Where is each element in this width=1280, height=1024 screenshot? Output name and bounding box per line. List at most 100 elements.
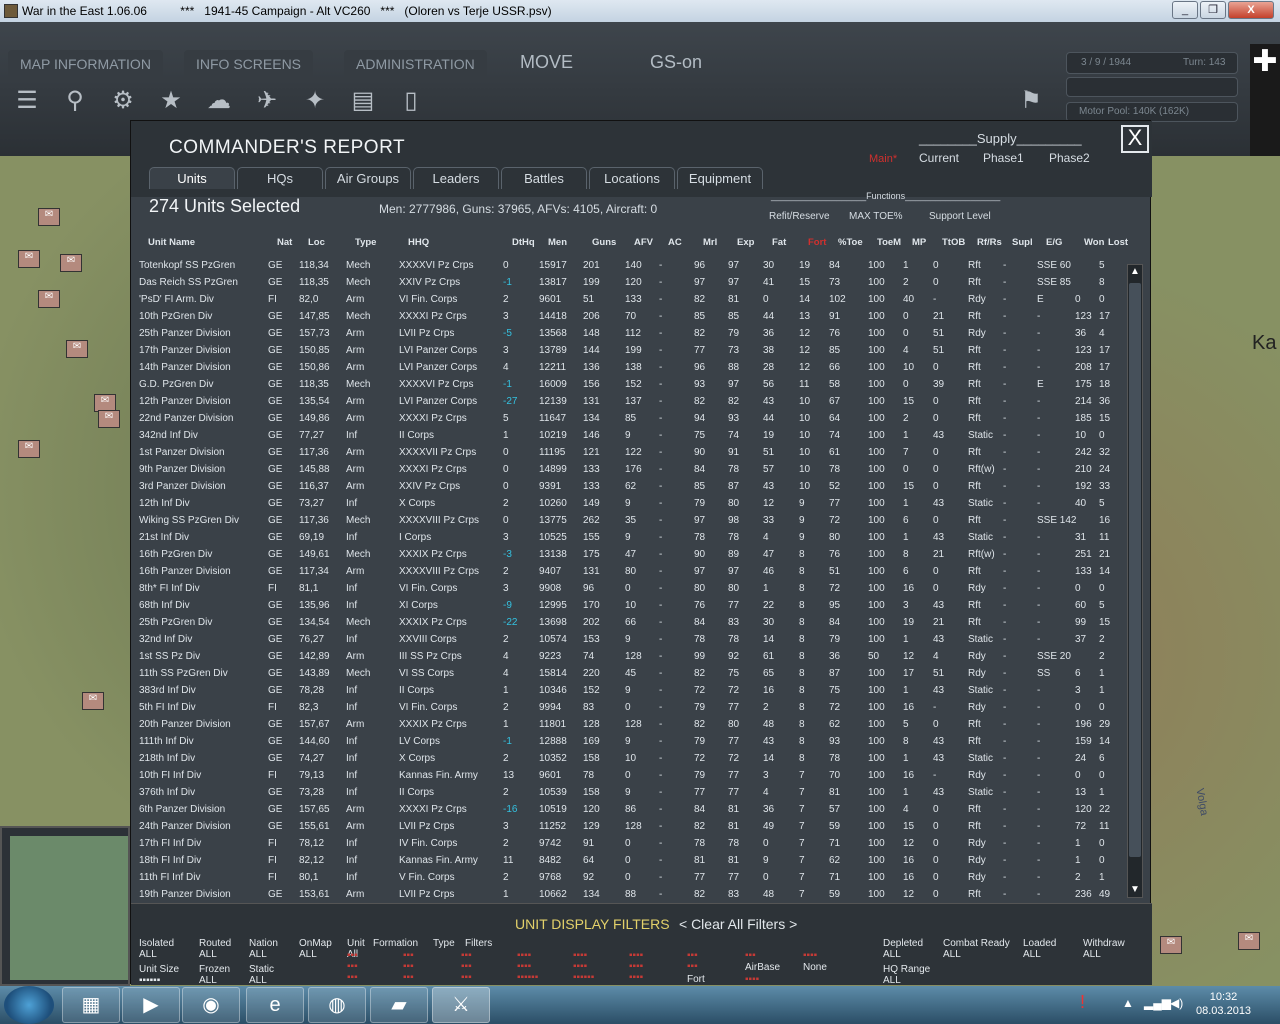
column-header-mrl[interactable]: Mrl bbox=[703, 237, 717, 248]
filter-onmap[interactable]: OnMap ALL bbox=[299, 938, 332, 960]
filter-withdraw[interactable]: Withdraw ALL bbox=[1083, 938, 1125, 960]
column-header-nat[interactable]: Nat bbox=[277, 237, 292, 248]
cell-unit-name[interactable]: 14th Panzer Division bbox=[139, 362, 231, 373]
rail-icon[interactable]: ▤ bbox=[346, 84, 380, 118]
cell-unit-name[interactable]: 17th FI Inf Div bbox=[139, 838, 201, 849]
cell-unit-name[interactable]: 1st Panzer Division bbox=[139, 447, 225, 458]
column-header-ttob[interactable]: TtOB bbox=[942, 237, 965, 248]
tab-equipment[interactable]: Equipment bbox=[677, 167, 763, 189]
cell-unit-name[interactable]: 16th Panzer Division bbox=[139, 566, 231, 577]
table-row[interactable]: 5th FI Inf Div FI 82,3 Inf VI Fin. Corps 2 999… bbox=[131, 699, 1127, 716]
table-row[interactable]: 12th Panzer Division GE 135,54 Arm LVI Panze… bbox=[131, 393, 1127, 410]
tab-leaders[interactable]: Leaders bbox=[413, 167, 499, 189]
alert-tray-icon[interactable]: ! bbox=[1080, 992, 1085, 1013]
table-row[interactable]: 68th Inf Div GE 135,96 Inf XI Corps -9 12995 17… bbox=[131, 597, 1127, 614]
cell-unit-name[interactable]: 8th* FI Inf Div bbox=[139, 583, 200, 594]
hp-taskbar-icon[interactable]: ◉ bbox=[182, 987, 240, 1023]
cell-unit-name[interactable]: 12th Panzer Division bbox=[139, 396, 231, 407]
support-level-button[interactable]: Support Level bbox=[929, 211, 991, 222]
filter-unit-size[interactable]: Unit Size ▪▪▪▪▪▪ bbox=[139, 964, 179, 986]
table-row[interactable]: 22nd Panzer Division GE 149,86 Arm XXXXI Pz … bbox=[131, 410, 1127, 427]
cell-unit-name[interactable]: Das Reich SS PzGren bbox=[139, 277, 238, 288]
internet-explorer-taskbar-icon[interactable]: e bbox=[246, 987, 304, 1023]
table-row[interactable]: 1st Panzer Division GE 117,36 Arm XXXXVII Pz… bbox=[131, 444, 1127, 461]
table-row[interactable]: Totenkopf SS PzGren GE 118,34 Mech XXXXVI Pz… bbox=[131, 257, 1127, 274]
start-button[interactable] bbox=[4, 986, 54, 1024]
filter-formation[interactable]: Formation bbox=[373, 938, 418, 949]
column-header-toe-pct[interactable]: %Toe bbox=[838, 237, 863, 248]
unit-counter[interactable]: ✉ bbox=[38, 208, 60, 226]
unit-counter[interactable]: ✉ bbox=[98, 410, 120, 428]
unit-counter[interactable]: ✉ bbox=[38, 290, 60, 308]
column-header-e-g[interactable]: E/G bbox=[1046, 237, 1062, 248]
cell-unit-name[interactable]: 22nd Panzer Division bbox=[139, 413, 234, 424]
table-row[interactable]: 25th PzGren Div GE 134,54 Mech XXXIX Pz Crps… bbox=[131, 614, 1127, 631]
filter-fort[interactable]: Fort bbox=[687, 974, 705, 985]
cell-unit-name[interactable]: 10th PzGren Div bbox=[139, 311, 212, 322]
clear-all-filters-button[interactable]: < Clear All Filters > bbox=[679, 916, 797, 932]
table-row[interactable]: 16th Panzer Division GE 117,34 Arm XXXXVIII … bbox=[131, 563, 1127, 580]
cell-unit-name[interactable]: 16th PzGren Div bbox=[139, 549, 212, 560]
sticky-notes-taskbar-icon[interactable]: ▰ bbox=[370, 987, 428, 1023]
unit-counter[interactable]: ✉ bbox=[82, 692, 104, 710]
table-row[interactable]: 10th FI Inf Div FI 79,13 Inf Kannas Fin. Arm… bbox=[131, 767, 1127, 784]
tab-hqs[interactable]: HQs bbox=[237, 167, 323, 189]
filter-frozen[interactable]: Frozen ALL bbox=[199, 964, 230, 986]
filter-option-group-1[interactable]: ▪▪▪▪ ▪▪▪▪ ▪▪▪▪▪▪ bbox=[517, 950, 538, 983]
air-icon[interactable]: ✈ bbox=[250, 84, 284, 118]
cell-unit-name[interactable]: 11th FI Inf Div bbox=[139, 872, 201, 883]
column-header-mp[interactable]: MP bbox=[912, 237, 926, 248]
cell-unit-name[interactable]: 376th Inf Div bbox=[139, 787, 195, 798]
tab-units[interactable]: Units bbox=[149, 167, 235, 189]
column-header-loc[interactable]: Loc bbox=[308, 237, 325, 248]
menu-administration[interactable]: ADMINISTRATION bbox=[344, 50, 487, 78]
tab-locations[interactable]: Locations bbox=[589, 167, 675, 189]
filter-hq-range[interactable]: HQ Range ALL bbox=[883, 964, 930, 986]
column-header-lost[interactable]: Lost bbox=[1108, 237, 1128, 248]
cell-unit-name[interactable]: 18th FI Inf Div bbox=[139, 855, 201, 866]
column-header-rf-rs[interactable]: Rf/Rs bbox=[977, 237, 1002, 248]
table-row[interactable]: 21st Inf Div GE 69,19 Inf I Corps 3 10525 155 9 -… bbox=[131, 529, 1127, 546]
unit-counter[interactable]: ✉ bbox=[66, 340, 88, 358]
column-header-fat[interactable]: Fat bbox=[772, 237, 786, 248]
filter-option-group-3[interactable]: ▪▪▪▪ ▪▪▪▪ ▪▪▪▪ bbox=[629, 950, 643, 983]
table-row[interactable]: 10th PzGren Div GE 147,85 Mech XXXXI Pz Crps… bbox=[131, 308, 1127, 325]
filter-loaded[interactable]: Loaded ALL bbox=[1023, 938, 1056, 960]
network-tray-icon[interactable]: ▂▄▆ bbox=[1144, 996, 1171, 1010]
gs-toggle[interactable]: GS-on bbox=[650, 52, 702, 73]
cell-unit-name[interactable]: 383rd Inf Div bbox=[139, 685, 196, 696]
cell-unit-name[interactable]: 218th Inf Div bbox=[139, 753, 195, 764]
filter-routed[interactable]: Routed ALL bbox=[199, 938, 231, 960]
scroll-up-icon[interactable]: ▲ bbox=[1128, 265, 1142, 279]
menu-info-screens[interactable]: INFO SCREENS bbox=[184, 50, 314, 78]
unit-counter[interactable]: ✉ bbox=[1238, 932, 1260, 950]
column-header-ac[interactable]: AC bbox=[668, 237, 682, 248]
game-taskbar-icon[interactable]: ⚔ bbox=[432, 987, 490, 1023]
table-row[interactable]: 218th Inf Div GE 74,27 Inf X Corps 2 10352 158 1… bbox=[131, 750, 1127, 767]
report-close-button[interactable]: X bbox=[1121, 125, 1149, 153]
cell-unit-name[interactable]: 6th Panzer Division bbox=[139, 804, 225, 815]
table-row[interactable]: 12th Inf Div GE 73,27 Inf X Corps 2 10260 149 9 -… bbox=[131, 495, 1127, 512]
table-row[interactable]: Das Reich SS PzGren GE 118,35 Mech XXIV Pz C… bbox=[131, 274, 1127, 291]
filter-option-group-6[interactable]: ▪▪▪▪ bbox=[745, 974, 759, 985]
filter-combat-ready[interactable]: Combat Ready ALL bbox=[943, 938, 1010, 960]
cell-unit-name[interactable]: 20th Panzer Division bbox=[139, 719, 231, 730]
filter-airbase[interactable]: AirBase bbox=[745, 962, 780, 973]
explorer-taskbar-icon[interactable]: ▦ bbox=[62, 987, 120, 1023]
mode-move[interactable]: MOVE bbox=[520, 52, 573, 73]
table-row[interactable]: 3rd Panzer Division GE 116,37 Arm XXIV Pz Cr… bbox=[131, 478, 1127, 495]
table-row[interactable]: 16th PzGren Div GE 149,61 Mech XXXIX Pz Crps… bbox=[131, 546, 1127, 563]
cell-unit-name[interactable]: 68th Inf Div bbox=[139, 600, 190, 611]
table-row[interactable]: 342nd Inf Div GE 77,27 Inf II Corps 1 10219 146… bbox=[131, 427, 1127, 444]
filter-option-group-4[interactable]: ▪▪▪ ▪▪▪ bbox=[687, 950, 698, 972]
window-close-button[interactable]: X bbox=[1228, 1, 1274, 19]
cell-unit-name[interactable]: 342nd Inf Div bbox=[139, 430, 198, 441]
filter-option-group-7[interactable]: ▪▪▪▪ bbox=[803, 950, 817, 961]
table-row[interactable]: 17th Panzer Division GE 150,85 Arm LVI Panze… bbox=[131, 342, 1127, 359]
filter-static[interactable]: Static ALL bbox=[249, 964, 274, 986]
table-scrollbar[interactable]: ▲ ▼ bbox=[1127, 264, 1143, 898]
cell-unit-name[interactable]: 11th SS PzGren Div bbox=[139, 668, 228, 679]
tab-air-groups[interactable]: Air Groups bbox=[325, 167, 411, 189]
cell-unit-name[interactable]: 5th FI Inf Div bbox=[139, 702, 196, 713]
scroll-down-icon[interactable]: ▼ bbox=[1128, 883, 1142, 897]
